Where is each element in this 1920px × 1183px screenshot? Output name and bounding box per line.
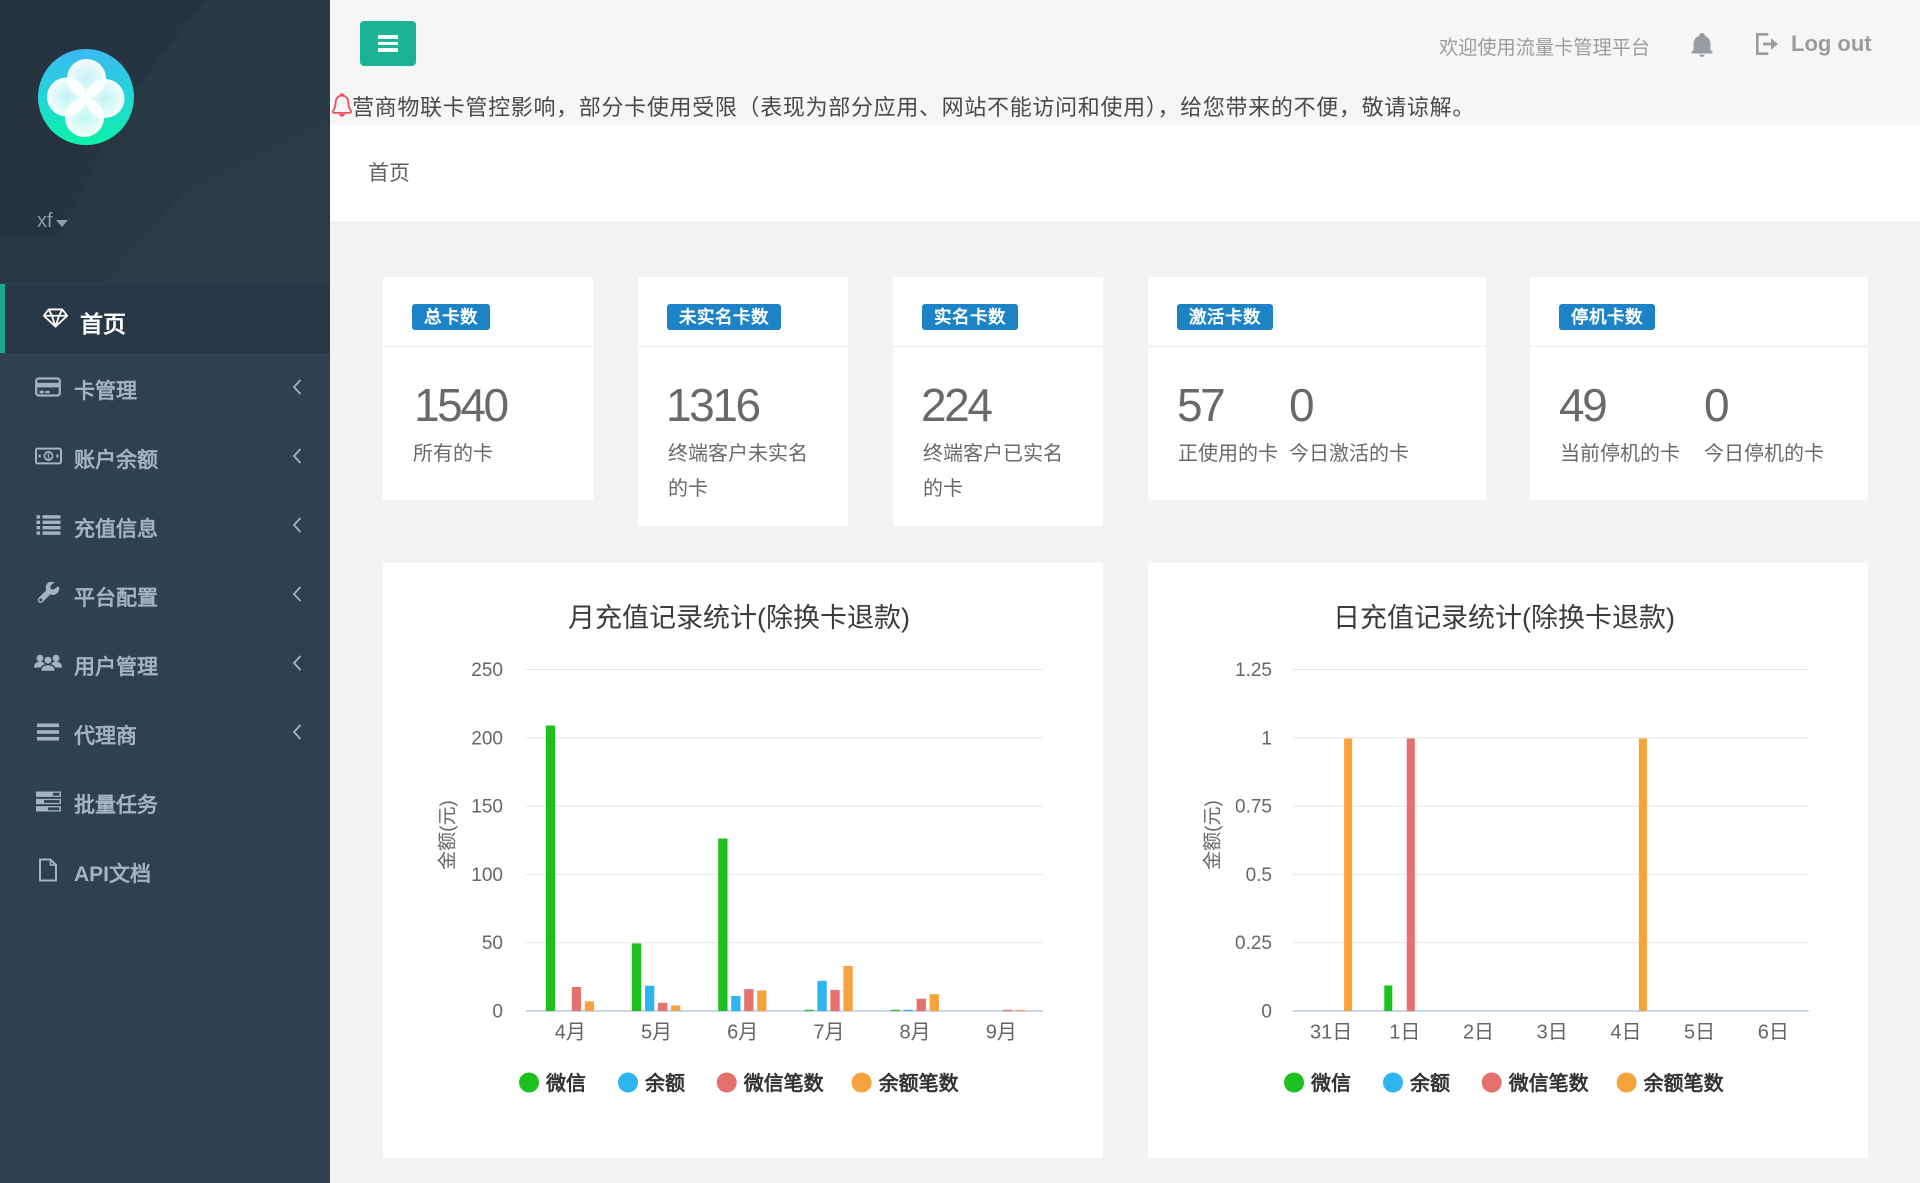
svg-text:1: 1 — [1261, 728, 1272, 749]
svg-text:微信笔数: 微信笔数 — [1508, 1071, 1590, 1095]
svg-text:金额(元): 金额(元) — [1202, 800, 1224, 870]
svg-text:微信笔数: 微信笔数 — [743, 1071, 825, 1095]
svg-text:31日: 31日 — [1310, 1022, 1352, 1044]
svg-text:4日: 4日 — [1610, 1022, 1641, 1044]
svg-text:100: 100 — [471, 865, 503, 886]
svg-text:150: 150 — [471, 797, 503, 818]
svg-text:余额: 余额 — [644, 1071, 685, 1095]
svg-text:日充值记录统计(除换卡退款): 日充值记录统计(除换卡退款) — [1333, 603, 1675, 633]
svg-text:6日: 6日 — [1758, 1022, 1789, 1044]
svg-text:8月: 8月 — [900, 1022, 931, 1044]
svg-text:1日: 1日 — [1389, 1022, 1420, 1044]
svg-text:5日: 5日 — [1684, 1022, 1715, 1044]
svg-text:金额(元): 金额(元) — [437, 800, 459, 870]
svg-text:6月: 6月 — [727, 1022, 758, 1044]
svg-text:0.75: 0.75 — [1235, 797, 1272, 818]
svg-text:1.25: 1.25 — [1235, 660, 1272, 681]
svg-text:7月: 7月 — [813, 1022, 844, 1044]
svg-text:1: 1 — [46, 452, 50, 461]
svg-text:250: 250 — [471, 660, 503, 681]
svg-text:0.5: 0.5 — [1246, 865, 1272, 886]
svg-text:余额笔数: 余额笔数 — [1643, 1071, 1725, 1095]
svg-text:2日: 2日 — [1463, 1022, 1494, 1044]
svg-text:微信: 微信 — [545, 1071, 586, 1095]
svg-text:4月: 4月 — [555, 1022, 586, 1044]
svg-text:3日: 3日 — [1537, 1022, 1568, 1044]
svg-text:月充值记录统计(除换卡退款): 月充值记录统计(除换卡退款) — [568, 603, 910, 633]
svg-text:0: 0 — [492, 1002, 503, 1023]
svg-text:0.25: 0.25 — [1235, 933, 1272, 954]
svg-text:5月: 5月 — [641, 1022, 672, 1044]
svg-text:50: 50 — [482, 933, 503, 954]
svg-text:200: 200 — [471, 728, 503, 749]
svg-text:余额笔数: 余额笔数 — [878, 1071, 960, 1095]
svg-text:0: 0 — [1261, 1002, 1272, 1023]
svg-text:9月: 9月 — [986, 1022, 1017, 1044]
svg-text:余额: 余额 — [1409, 1071, 1450, 1095]
svg-text:微信: 微信 — [1310, 1071, 1351, 1095]
